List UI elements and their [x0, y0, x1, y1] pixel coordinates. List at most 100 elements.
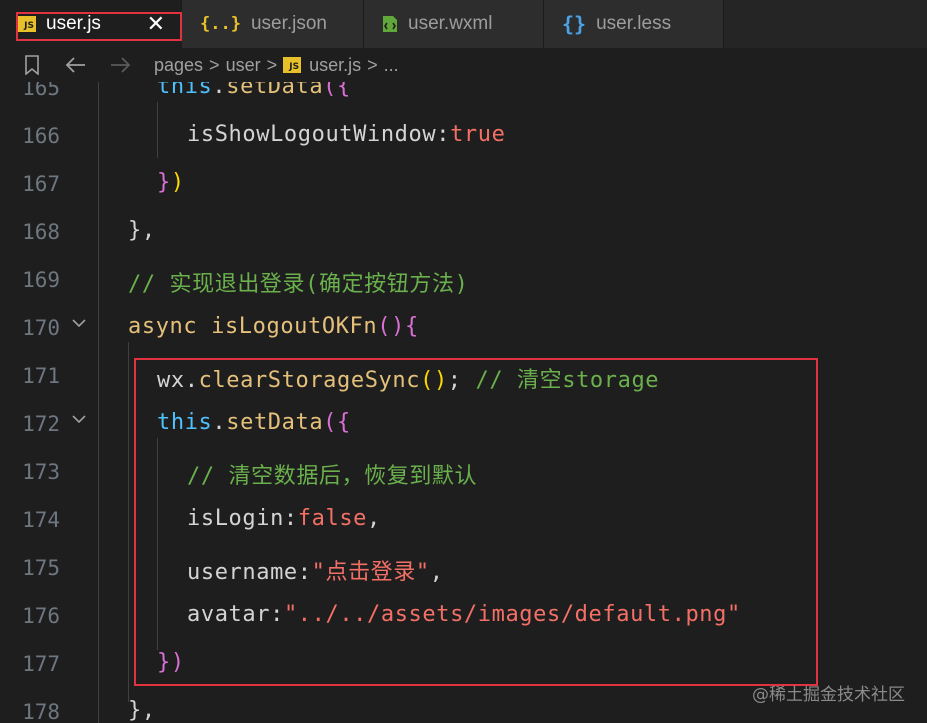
code-token: : [297, 560, 312, 585]
code-token: this [157, 82, 213, 99]
line-number: 177 [22, 652, 60, 676]
code-line[interactable]: 171 wx.clearStorageSync(); // 清空storage [0, 354, 927, 402]
code-token: ) [170, 650, 185, 675]
code-token: } [157, 650, 171, 675]
code-text: // 清空数据后，恢复到默认 [187, 458, 477, 490]
line-number: 170 [22, 316, 60, 340]
code-token: ( [323, 410, 338, 435]
line-number: 173 [22, 460, 60, 484]
json-file-icon: {..} [200, 14, 241, 34]
code-token: isLogin [187, 506, 284, 531]
line-number: 167 [22, 172, 60, 196]
code-text: this.setData({ [157, 82, 351, 99]
tab-label: user.js [46, 13, 101, 34]
code-editor[interactable]: 165 this.setData({166 isShowLogoutWindow:t… [0, 82, 927, 723]
code-token: clearStorageSync [198, 368, 421, 393]
code-text: isLogin:false, [187, 506, 381, 531]
back-arrow-icon[interactable] [64, 56, 86, 74]
breadcrumb-pages[interactable]: pages [154, 55, 203, 76]
line-number: 178 [22, 700, 60, 723]
code-token: wx [157, 368, 185, 393]
breadcrumb-symbol[interactable]: ... [384, 55, 399, 76]
tab-user-json[interactable]: {..} user.json [182, 0, 364, 48]
code-token: : [270, 602, 284, 627]
chevron-down-icon[interactable] [70, 410, 88, 428]
code-token: : [283, 506, 298, 531]
line-number: 172 [22, 412, 60, 436]
code-token: username [187, 560, 298, 585]
code-token: // 清空数据后，恢复到默认 [187, 464, 478, 489]
tab-label: user.less [596, 13, 672, 34]
code-text: // 实现退出登录(确定按钮方法) [128, 266, 468, 298]
bookmark-icon[interactable] [24, 55, 40, 75]
code-token: }, [128, 218, 156, 243]
js-file-icon: JS [283, 57, 302, 73]
code-text: username:"点击登录", [187, 554, 444, 586]
line-number: 171 [22, 364, 60, 388]
code-line[interactable]: 173 // 清空数据后，恢复到默认 [0, 450, 927, 498]
breadcrumb-separator: > [367, 54, 378, 75]
code-line[interactable]: 170 async isLogoutOKFn(){ [0, 306, 927, 354]
breadcrumb-separator: > [266, 54, 278, 75]
chevron-down-icon[interactable] [70, 314, 88, 332]
code-token: // 实现退出登录(确定按钮方法) [128, 272, 469, 297]
editor-tab-bar: JS user.js ✕ {..} user.json user.wxml {}… [0, 0, 927, 48]
line-number: 168 [22, 220, 60, 244]
code-line[interactable]: 167}) [0, 162, 927, 210]
code-line[interactable]: 174 isLogin:false, [0, 498, 927, 546]
breadcrumb-user[interactable]: user [226, 55, 261, 76]
breadcrumb-separator: > [209, 54, 220, 75]
forward-arrow-icon[interactable] [110, 56, 132, 74]
code-line[interactable]: 166 isShowLogoutWindow:true [0, 114, 927, 162]
line-number: 174 [22, 508, 60, 532]
code-token: // 清空storage [475, 368, 660, 393]
code-token: } [157, 170, 171, 195]
breadcrumb: pages > user > JS user.js > ... [0, 48, 927, 82]
code-token: , [429, 560, 444, 585]
code-text: }) [157, 650, 185, 675]
line-number: 175 [22, 556, 60, 580]
close-icon[interactable]: ✕ [147, 13, 165, 35]
code-token: . [212, 82, 227, 99]
code-token: this [157, 410, 213, 435]
code-text: wx.clearStorageSync(); // 清空storage [157, 362, 659, 394]
code-token: setData [226, 82, 324, 99]
watermark: @稀土掘金技术社区 [752, 685, 905, 705]
line-number: 176 [22, 604, 60, 628]
code-token: ; [447, 368, 476, 393]
code-text: }, [128, 218, 156, 243]
wxml-file-icon [382, 15, 398, 33]
code-token: isLogoutOKFn [211, 314, 378, 339]
code-token: "../../assets/images/default.png" [283, 602, 741, 627]
code-text: this.setData({ [157, 410, 351, 435]
code-line[interactable]: 168}, [0, 210, 927, 258]
code-text: }) [157, 170, 185, 195]
tab-label: user.wxml [408, 13, 493, 34]
code-token: () [420, 368, 448, 393]
tab-user-js[interactable]: JS user.js ✕ [0, 0, 182, 48]
code-token: setData [226, 410, 324, 435]
code-line[interactable]: 169 // 实现退出登录(确定按钮方法) [0, 258, 927, 306]
code-token: true [450, 122, 506, 147]
tab-user-wxml[interactable]: user.wxml [364, 0, 544, 48]
code-token: () [377, 314, 405, 339]
tab-user-less[interactable]: {} user.less [544, 0, 724, 48]
code-token: . [212, 410, 227, 435]
code-token: { [337, 410, 351, 435]
code-token: ) [170, 170, 185, 195]
code-line[interactable]: 165 this.setData({ [0, 82, 927, 114]
line-number: 169 [22, 268, 60, 292]
code-token: { [404, 314, 419, 339]
less-file-icon: {} [562, 12, 587, 36]
tab-label: user.json [250, 13, 327, 34]
line-number: 166 [22, 124, 60, 148]
js-file-icon: JS [18, 16, 36, 32]
code-text: }, [128, 698, 156, 723]
code-line[interactable]: 175 username:"点击登录", [0, 546, 927, 594]
code-token: . [184, 368, 199, 393]
breadcrumb-file[interactable]: user.js [309, 55, 361, 76]
code-token: avatar [187, 602, 271, 627]
code-line[interactable]: 176 avatar:"../../assets/images/default.p… [0, 594, 927, 642]
code-line[interactable]: 172 this.setData({ [0, 402, 927, 450]
